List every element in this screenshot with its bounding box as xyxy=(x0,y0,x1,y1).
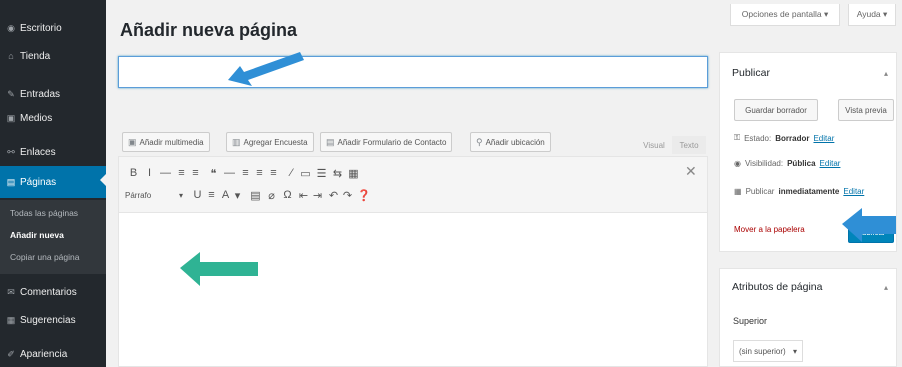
annotation-arrows xyxy=(180,52,896,286)
green-arrow-content-icon xyxy=(180,252,258,286)
blue-arrow-title-icon xyxy=(228,52,304,86)
blue-arrow-publish-icon xyxy=(842,208,896,242)
